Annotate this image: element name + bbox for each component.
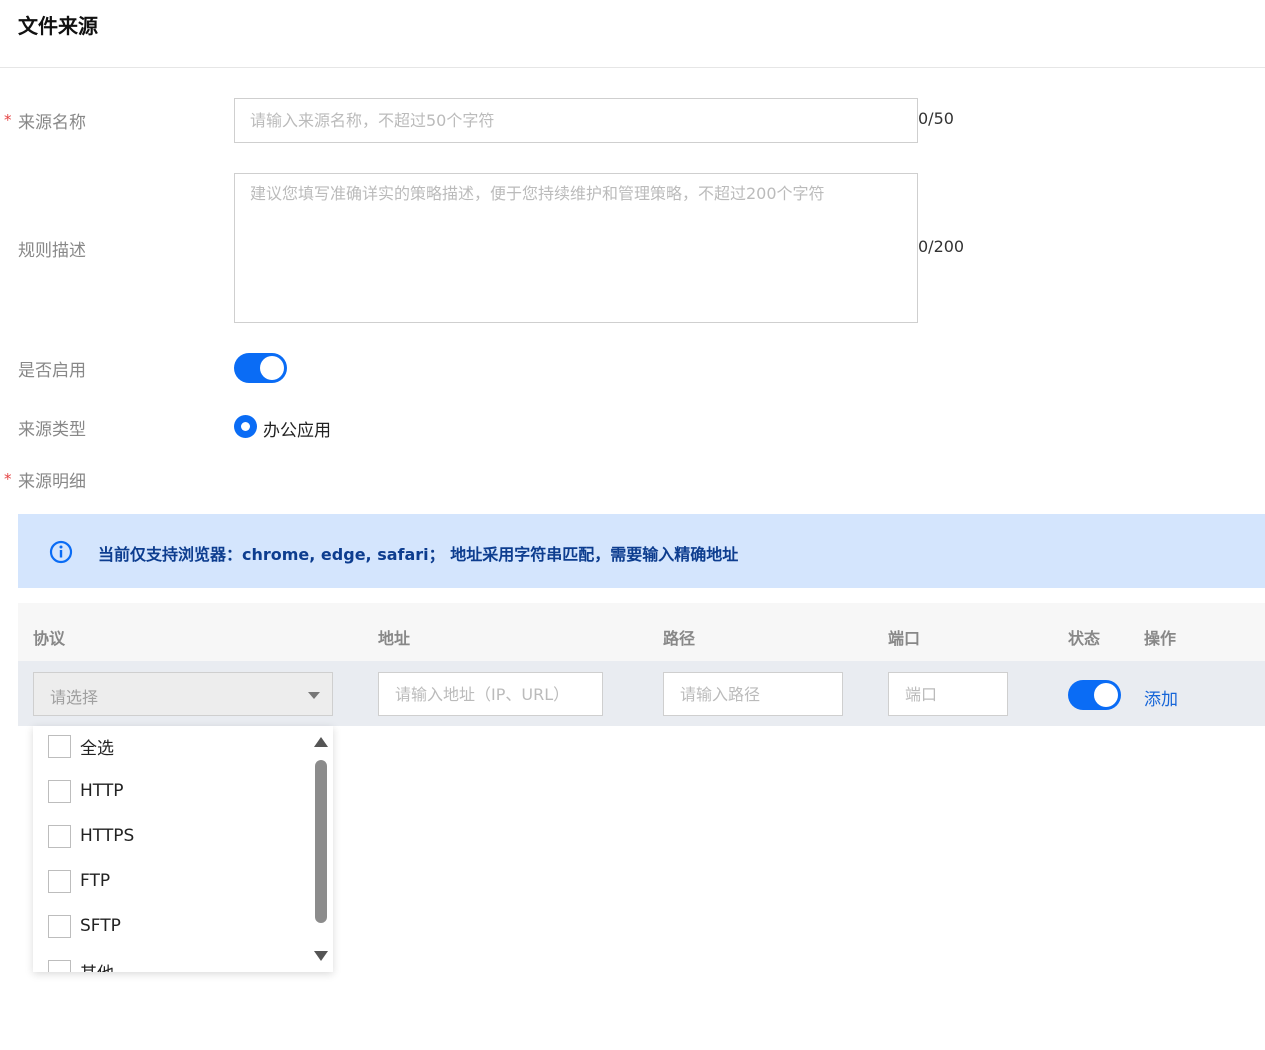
source-name-label: 来源名称 — [18, 113, 86, 133]
table-row: 请选择 添加 — [18, 661, 1265, 726]
col-address-header: 地址 — [378, 629, 411, 648]
source-name-input[interactable] — [234, 98, 918, 143]
source-detail-label: 来源明细 — [18, 472, 86, 492]
scroll-up-arrow-icon[interactable] — [314, 737, 328, 747]
enabled-label: 是否启用 — [18, 361, 86, 381]
checkbox[interactable] — [48, 869, 71, 893]
col-path-header: 路径 — [663, 629, 696, 648]
info-notice: 当前仅支持浏览器：chrome, edge, safari； 地址采用字符串匹配… — [18, 514, 1265, 588]
option-label: HTTP — [80, 781, 124, 801]
dropdown-option-sftp[interactable]: SFTP — [48, 914, 121, 938]
description-counter: 0/200 — [918, 237, 965, 256]
source-type-radio[interactable] — [234, 415, 257, 438]
protocol-select[interactable]: 请选择 — [33, 672, 333, 716]
description-label: 规则描述 — [18, 241, 86, 261]
col-port-header: 端口 — [888, 629, 921, 648]
info-icon — [49, 540, 73, 564]
col-protocol-header: 协议 — [33, 629, 66, 648]
add-button[interactable]: 添加 — [1144, 685, 1178, 710]
option-label: FTP — [80, 871, 111, 891]
table-header: 协议 地址 路径 端口 状态 操作 — [18, 603, 1265, 661]
source-type-label: 来源类型 — [18, 420, 86, 440]
notice-text: 当前仅支持浏览器：chrome, edge, safari； 地址采用字符串匹配… — [98, 545, 739, 564]
toggle-knob — [1094, 683, 1118, 707]
checkbox[interactable] — [48, 734, 71, 758]
option-label: SFTP — [80, 916, 121, 936]
checkbox[interactable] — [48, 779, 71, 803]
toggle-knob — [260, 356, 284, 380]
dropdown-option-other[interactable]: 其他 — [48, 959, 114, 972]
scroll-down-arrow-icon[interactable] — [314, 951, 328, 961]
option-label: 其他 — [80, 959, 114, 973]
checkbox[interactable] — [48, 959, 71, 972]
protocol-dropdown: 全选 HTTP HTTPS FTP SFTP 其他 — [33, 726, 333, 972]
source-type-option-label[interactable]: 办公应用 — [263, 416, 331, 441]
chevron-down-icon — [308, 692, 320, 699]
required-mark: * — [4, 111, 12, 129]
checkbox[interactable] — [48, 914, 71, 938]
scrollbar-thumb[interactable] — [315, 760, 327, 923]
col-action-header: 操作 — [1144, 629, 1177, 648]
option-label: HTTPS — [80, 826, 135, 846]
dropdown-option-ftp[interactable]: FTP — [48, 869, 110, 893]
option-label: 全选 — [80, 738, 114, 759]
header-divider — [0, 67, 1265, 68]
status-toggle[interactable] — [1068, 680, 1121, 710]
address-input[interactable] — [378, 672, 603, 716]
dropdown-option-select-all[interactable]: 全选 — [48, 734, 114, 759]
dropdown-option-https[interactable]: HTTPS — [48, 824, 134, 848]
port-input[interactable] — [888, 672, 1008, 716]
required-mark: * — [4, 470, 12, 488]
dropdown-option-http[interactable]: HTTP — [48, 779, 124, 803]
description-textarea[interactable] — [234, 173, 918, 323]
enabled-toggle[interactable] — [234, 353, 287, 383]
protocol-select-placeholder: 请选择 — [50, 688, 99, 707]
checkbox[interactable] — [48, 824, 71, 848]
col-status-header: 状态 — [1068, 629, 1101, 648]
source-name-counter: 0/50 — [918, 109, 954, 128]
radio-dot — [241, 422, 250, 431]
path-input[interactable] — [663, 672, 843, 716]
page-title: 文件来源 — [18, 14, 98, 38]
